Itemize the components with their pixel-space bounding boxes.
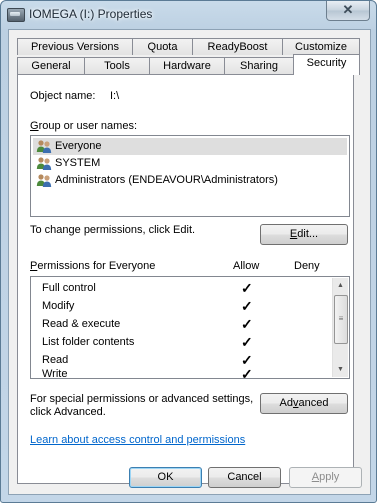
user-name: Administrators (ENDEAVOUR\Administrators…: [55, 174, 278, 186]
allow-check-icon: ✓: [241, 352, 253, 368]
allow-check-icon: ✓: [241, 334, 253, 350]
list-item-everyone[interactable]: Everyone: [33, 138, 347, 155]
object-name-value: I:\: [110, 90, 120, 102]
permission-row: Modify ✓: [42, 297, 342, 315]
allow-check-icon: ✓: [241, 316, 253, 332]
title-bar[interactable]: IOMEGA (I:) Properties ✕: [1, 1, 376, 29]
scroll-down-arrow-icon[interactable]: ▼: [333, 362, 348, 377]
dialog-client-area: Previous Versions Quota ReadyBoost Custo…: [8, 29, 371, 495]
scroll-thumb[interactable]: ≡: [334, 295, 348, 344]
group-user-list[interactable]: Everyone SYSTEM Administrators (ENDEAVOU…: [30, 135, 350, 217]
permission-name: Read & execute: [42, 318, 121, 330]
change-permissions-text: To change permissions, click Edit.: [30, 224, 196, 236]
deny-column-header: Deny: [294, 260, 320, 272]
tab-customize[interactable]: Customize: [282, 38, 360, 55]
permission-row: List folder contents ✓: [42, 333, 342, 351]
allow-check-icon: ✓: [241, 298, 253, 314]
permission-row: Read & execute ✓: [42, 315, 342, 333]
permission-name: Write: [42, 368, 68, 378]
tab-previous-versions[interactable]: Previous Versions: [17, 38, 133, 55]
special-permissions-text-line1: For special permissions or advanced sett…: [30, 393, 254, 405]
edit-button[interactable]: Edit...: [260, 224, 348, 245]
user-name: SYSTEM: [55, 157, 101, 169]
advanced-button[interactable]: Advanced: [260, 393, 348, 414]
close-button[interactable]: ✕: [326, 1, 370, 21]
window-title: IOMEGA (I:) Properties: [29, 7, 153, 21]
tab-general[interactable]: General: [17, 57, 85, 74]
permission-name: Read: [42, 354, 69, 366]
permission-row: Full control ✓: [42, 279, 342, 297]
tab-quota[interactable]: Quota: [132, 38, 193, 55]
list-item-system[interactable]: SYSTEM: [33, 155, 347, 172]
close-icon: ✕: [342, 2, 354, 17]
properties-window: IOMEGA (I:) Properties ✕ Previous Versio…: [0, 0, 377, 503]
object-name-label: Object name:: [30, 90, 96, 102]
special-permissions-text-line2: click Advanced.: [30, 406, 106, 418]
tab-readyboost[interactable]: ReadyBoost: [192, 38, 283, 55]
scroll-up-arrow-icon[interactable]: ▲: [333, 278, 348, 293]
permissions-scrollbar[interactable]: ▲ ≡ ▼: [332, 278, 348, 377]
permission-name: List folder contents: [42, 336, 135, 348]
apply-button[interactable]: Apply: [289, 467, 362, 488]
user-group-icon: [36, 157, 52, 170]
tab-security[interactable]: Security: [293, 54, 360, 75]
permission-name: Modify: [42, 300, 75, 312]
permissions-label: Permissions for Everyone: [30, 260, 156, 272]
tab-tools[interactable]: Tools: [84, 57, 150, 74]
user-name: Everyone: [55, 140, 102, 152]
group-label: Group or user names:: [30, 120, 137, 132]
security-panel: Object name: I:\ Group or user names: Ev…: [17, 74, 354, 484]
permissions-list[interactable]: Full control ✓ Modify ✓ Read & execute ✓…: [30, 276, 350, 379]
allow-check-icon: ✓: [241, 280, 253, 296]
tab-hardware[interactable]: Hardware: [149, 57, 225, 74]
allow-column-header: Allow: [233, 260, 260, 272]
cancel-button[interactable]: Cancel: [208, 467, 281, 488]
user-group-icon: [36, 140, 52, 153]
allow-check-icon: ✓: [241, 368, 253, 378]
permission-row: Read ✓: [42, 351, 342, 369]
permission-name: Full control: [42, 282, 96, 294]
ok-button[interactable]: OK: [129, 467, 202, 488]
tab-sharing[interactable]: Sharing: [224, 57, 294, 74]
list-item-administrators[interactable]: Administrators (ENDEAVOUR\Administrators…: [33, 172, 347, 189]
drive-icon: [7, 8, 25, 22]
learn-access-control-link[interactable]: Learn about access control and permissio…: [30, 434, 245, 446]
user-group-icon: [36, 174, 52, 187]
permission-row: Write ✓: [42, 368, 342, 378]
